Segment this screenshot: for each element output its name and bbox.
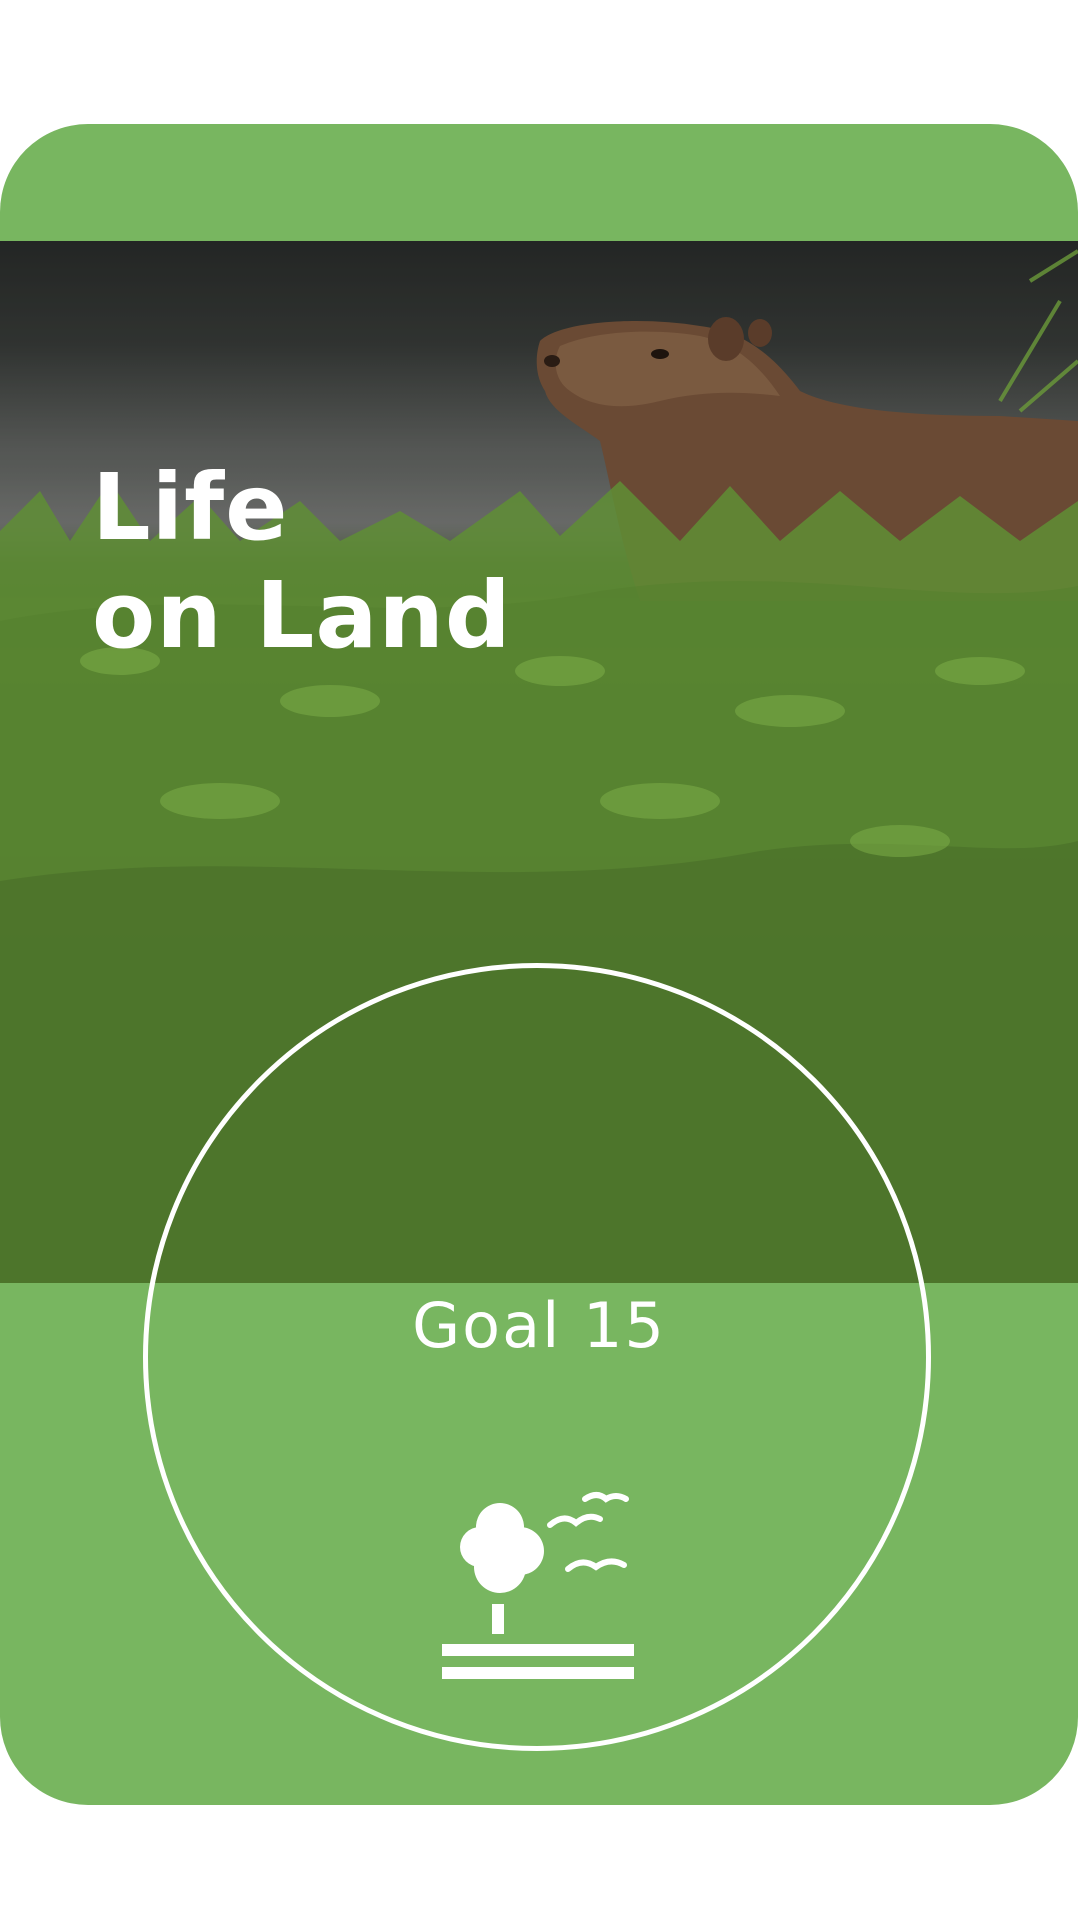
goal-number-label: Goal 15 [412, 1289, 666, 1362]
tree-birds-icon [442, 1492, 634, 1679]
goal-card[interactable]: Life on Land Goal 15 [0, 124, 1078, 1805]
page-title: Life on Land [92, 454, 512, 670]
title-line-1: Life [92, 454, 289, 561]
title-line-2: on Land [92, 562, 512, 669]
